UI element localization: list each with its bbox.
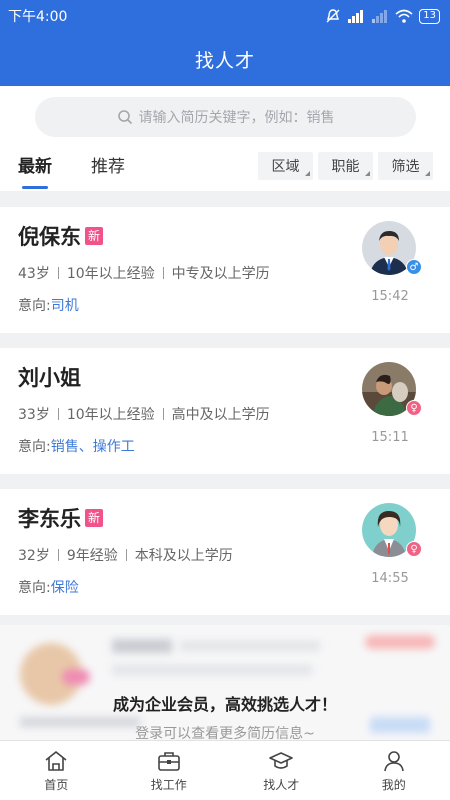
female-icon: ♀: [406, 541, 422, 557]
search-area: 请输入简历关键字，例如：销售 最新 推荐 区域 职能 筛选: [0, 86, 450, 191]
tab-recommended[interactable]: 推荐: [91, 152, 125, 177]
nav-find-talent-label: 找人才: [263, 778, 300, 792]
mute-icon: [326, 9, 340, 23]
candidate-card[interactable]: 倪保东 新 43岁 10年以上经验 中专及以上学历 意向:司机 ♂ 15:42: [0, 207, 450, 333]
candidate-education: 本科及以上学历: [134, 548, 233, 564]
user-icon: [383, 751, 404, 772]
filter-more[interactable]: 筛选: [378, 152, 433, 180]
nav-find-job[interactable]: 找工作: [113, 741, 226, 800]
page-title: 找人才: [194, 49, 255, 72]
intent-label: 意向:: [18, 439, 51, 455]
candidate-info: 32岁 9年经验 本科及以上学历: [18, 545, 233, 565]
male-icon: ♂: [406, 259, 422, 275]
candidate-name: 刘小姐: [18, 366, 81, 390]
update-time: 15:42: [371, 289, 409, 304]
divider: [57, 549, 59, 561]
home-icon: [45, 751, 67, 771]
member-promo[interactable]: 成为企业会员，高效挑选人才！ 登录可以查看更多简历信息~: [0, 625, 450, 740]
candidate-intent: 意向:司机: [18, 295, 79, 315]
filter-more-label: 筛选: [391, 159, 420, 175]
intent-value: 销售、操作工: [50, 439, 135, 455]
candidate-education: 中专及以上学历: [171, 266, 270, 282]
search-placeholder: 请输入简历关键字，例如：销售: [138, 110, 335, 126]
status-bar: 下午4:00 13: [0, 0, 450, 32]
promo-login-hint[interactable]: 登录可以查看更多简历信息~: [0, 723, 450, 740]
divider: [125, 549, 127, 561]
filter-region[interactable]: 区域: [258, 152, 313, 180]
intent-label: 意向:: [18, 580, 51, 596]
candidate-experience: 10年以上经验: [66, 266, 155, 282]
candidate-name-row: 李东乐 新: [18, 503, 104, 533]
tab-bar: 最新 推荐 区域 职能 筛选: [0, 148, 450, 191]
intent-value: 保险: [50, 580, 79, 596]
candidate-intent: 意向:保险: [18, 577, 79, 597]
new-badge: 新: [85, 509, 104, 527]
candidate-age: 43岁: [18, 266, 50, 282]
candidate-experience: 9年经验: [66, 548, 118, 564]
intent-value: 司机: [50, 298, 79, 314]
dropdown-triangle-icon: [305, 171, 310, 176]
candidate-info: 33岁 10年以上经验 高中及以上学历: [18, 404, 270, 424]
nav-mine[interactable]: 我的: [338, 741, 450, 800]
bottom-nav: 首页 找工作 找人才 我的: [0, 740, 450, 800]
candidate-education: 高中及以上学历: [171, 407, 270, 423]
nav-home[interactable]: 首页: [0, 741, 113, 800]
nav-find-job-label: 找工作: [150, 778, 187, 792]
candidate-age: 33岁: [18, 407, 50, 423]
divider: [162, 408, 164, 420]
signal-weak-icon: [372, 10, 388, 23]
filter-function-label: 职能: [331, 159, 360, 175]
status-icons: 13: [325, 8, 440, 24]
update-time: 15:11: [371, 430, 409, 445]
new-badge: 新: [85, 227, 104, 245]
graduation-cap-icon: [269, 752, 294, 769]
candidate-name-row: 刘小姐: [18, 362, 81, 392]
signal-icon: [348, 10, 364, 23]
nav-find-talent[interactable]: 找人才: [225, 741, 338, 800]
tab-active-indicator: [22, 186, 48, 189]
intent-label: 意向:: [18, 298, 51, 314]
candidate-name: 李东乐: [18, 507, 81, 531]
dropdown-triangle-icon: [425, 171, 430, 176]
female-icon: ♀: [406, 400, 422, 416]
candidate-card[interactable]: 刘小姐 33岁 10年以上经验 高中及以上学历 意向:销售、操作工 ♀ 15:1…: [0, 348, 450, 474]
filter-function[interactable]: 职能: [318, 152, 373, 180]
candidate-intent: 意向:销售、操作工: [18, 436, 135, 456]
candidate-name: 倪保东: [18, 225, 81, 249]
tab-latest[interactable]: 最新: [18, 152, 52, 177]
filter-region-label: 区域: [271, 159, 300, 175]
divider: [162, 267, 164, 279]
candidate-name-row: 倪保东 新: [18, 221, 104, 251]
search-input[interactable]: 请输入简历关键字，例如：销售: [35, 97, 416, 137]
candidate-card[interactable]: 李东乐 新 32岁 9年经验 本科及以上学历 意向:保险 ♀ 14:55: [0, 489, 450, 615]
promo-title: 成为企业会员，高效挑选人才！: [112, 695, 337, 714]
divider: [57, 408, 59, 420]
nav-mine-label: 我的: [381, 778, 406, 792]
candidate-experience: 10年以上经验: [66, 407, 155, 423]
status-time: 下午4:00: [8, 9, 68, 25]
dropdown-triangle-icon: [365, 171, 370, 176]
search-icon: [117, 110, 132, 125]
app-header: 下午4:00 13 找人才: [0, 0, 450, 86]
briefcase-icon: [157, 752, 180, 771]
update-time: 14:55: [371, 571, 409, 586]
divider: [57, 267, 59, 279]
battery-icon: 13: [419, 8, 440, 24]
candidate-info: 43岁 10年以上经验 中专及以上学历: [18, 263, 270, 283]
candidate-age: 32岁: [18, 548, 50, 564]
nav-home-label: 首页: [44, 778, 69, 792]
wifi-icon: [395, 9, 413, 23]
